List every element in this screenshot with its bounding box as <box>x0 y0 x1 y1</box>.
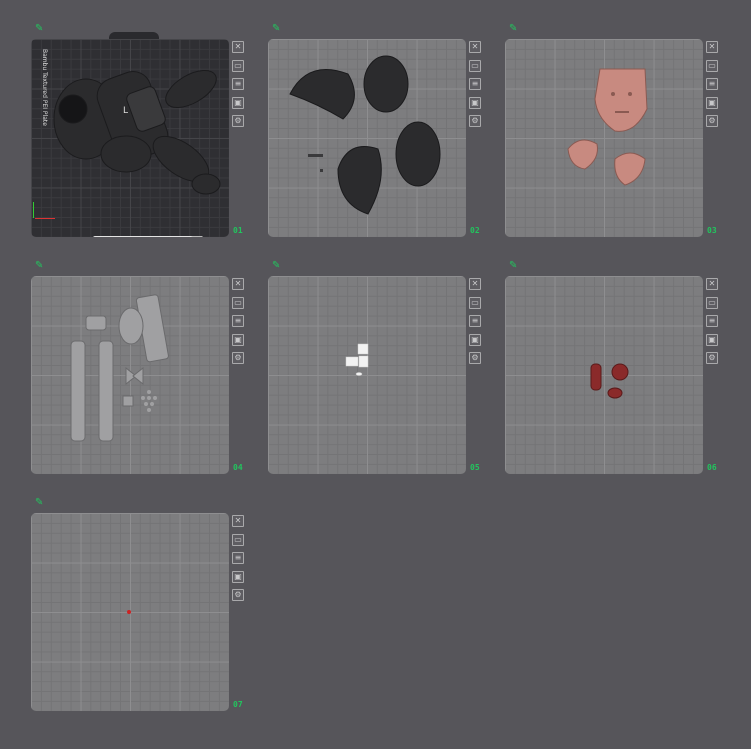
arrange-icon[interactable]: ▭ <box>469 296 481 309</box>
close-icon[interactable]: ✕ <box>232 41 244 53</box>
plate-toolbar: ✕ ▭ ≡ ▣ ⚙ <box>469 41 481 134</box>
arrange-icon[interactable]: ▭ <box>706 59 718 72</box>
plate-number: 02 <box>470 226 480 235</box>
close-icon[interactable]: ✕ <box>469 41 481 53</box>
plate-number: 06 <box>707 463 717 472</box>
plate-cell-04: ✎ ✕ ▭ ≡ ▣ ⚙ 04 <box>31 261 261 481</box>
plate-cell-05: ✎ ✕ ▭ ≡ ▣ ⚙ 05 <box>268 261 498 481</box>
plate-toolbar: ✕ ▭ ≡ ▣ ⚙ <box>232 41 244 134</box>
plate-toolbar: ✕ ▭ ≡ ▣ ⚙ <box>706 278 718 371</box>
plate-toolbar: ✕ ▭ ≡ ▣ ⚙ <box>706 41 718 134</box>
pencil-icon[interactable]: ✎ <box>272 24 282 34</box>
plate-toolbar: ✕ ▭ ≡ ▣ ⚙ <box>232 515 244 608</box>
axis-x-line <box>35 218 55 219</box>
orient-icon[interactable]: ≡ <box>706 78 718 90</box>
pencil-icon[interactable]: ✎ <box>35 261 45 271</box>
close-icon[interactable]: ✕ <box>232 515 244 527</box>
plate-slider-handle[interactable] <box>191 236 203 237</box>
plate-cell-01: ✎ Bambu Textured PEI Plate L ✕ ▭ ≡ ▣ ⚙ 0… <box>31 24 261 244</box>
build-plate-06[interactable] <box>505 276 703 474</box>
arrange-icon[interactable]: ▭ <box>706 296 718 309</box>
plate-cell-06: ✎ ✕ ▭ ≡ ▣ ⚙ 06 <box>505 261 735 481</box>
axis-y-line <box>33 202 34 218</box>
pencil-icon[interactable]: ✎ <box>272 261 282 271</box>
pencil-icon[interactable]: ✎ <box>35 24 45 34</box>
settings-icon[interactable]: ⚙ <box>706 352 718 364</box>
orient-icon[interactable]: ≡ <box>469 78 481 90</box>
settings-icon[interactable]: ⚙ <box>469 352 481 364</box>
lock-icon[interactable]: ▣ <box>706 333 718 346</box>
build-plate-03[interactable] <box>505 39 703 237</box>
plate-slider[interactable] <box>93 236 203 237</box>
settings-icon[interactable]: ⚙ <box>232 352 244 364</box>
orient-icon[interactable]: ≡ <box>232 315 244 327</box>
pencil-icon[interactable]: ✎ <box>509 261 519 271</box>
arrange-icon[interactable]: ▭ <box>469 59 481 72</box>
plate-number: 04 <box>233 463 243 472</box>
orient-icon[interactable]: ≡ <box>706 315 718 327</box>
close-icon[interactable]: ✕ <box>706 278 718 290</box>
orient-icon[interactable]: ≡ <box>232 78 244 90</box>
plate-number: 03 <box>707 226 717 235</box>
plate-toolbar: ✕ ▭ ≡ ▣ ⚙ <box>232 278 244 371</box>
lock-icon[interactable]: ▣ <box>232 570 244 583</box>
pencil-icon[interactable]: ✎ <box>509 24 519 34</box>
settings-icon[interactable]: ⚙ <box>706 115 718 127</box>
plate-toolbar: ✕ ▭ ≡ ▣ ⚙ <box>469 278 481 371</box>
build-plate-04[interactable] <box>31 276 229 474</box>
pencil-icon[interactable]: ✎ <box>35 498 45 508</box>
close-icon[interactable]: ✕ <box>469 278 481 290</box>
settings-icon[interactable]: ⚙ <box>232 589 244 601</box>
lock-icon[interactable]: ▣ <box>706 96 718 109</box>
lock-icon[interactable]: ▣ <box>232 333 244 346</box>
plate-number: 01 <box>233 226 243 235</box>
build-plate-01[interactable]: Bambu Textured PEI Plate L <box>31 39 229 237</box>
orient-icon[interactable]: ≡ <box>232 552 244 564</box>
svg-text:L: L <box>123 106 128 116</box>
lock-icon[interactable]: ▣ <box>232 96 244 109</box>
lock-icon[interactable]: ▣ <box>469 333 481 346</box>
plate-number: 07 <box>233 700 243 709</box>
build-plate-07[interactable] <box>31 513 229 711</box>
arrange-icon[interactable]: ▭ <box>232 296 244 309</box>
orient-icon[interactable]: ≡ <box>469 315 481 327</box>
model-red-parts[interactable] <box>505 276 703 474</box>
plate-cell-02: ✎ ✕ ▭ ≡ ▣ ⚙ 02 <box>268 24 498 244</box>
model-armor-parts[interactable] <box>268 39 466 237</box>
build-plate-05[interactable] <box>268 276 466 474</box>
model-grey-parts[interactable] <box>31 276 229 474</box>
model-white-parts[interactable] <box>268 276 466 474</box>
close-icon[interactable]: ✕ <box>232 278 244 290</box>
plate-cell-03: ✎ ✕ ▭ ≡ ▣ ⚙ 03 <box>505 24 735 244</box>
model-face-hands[interactable] <box>505 39 703 237</box>
settings-icon[interactable]: ⚙ <box>232 115 244 127</box>
lock-icon[interactable]: ▣ <box>469 96 481 109</box>
arrange-icon[interactable]: ▭ <box>232 59 244 72</box>
plate-number: 05 <box>470 463 480 472</box>
settings-icon[interactable]: ⚙ <box>469 115 481 127</box>
arrange-icon[interactable]: ▭ <box>232 533 244 546</box>
close-icon[interactable]: ✕ <box>706 41 718 53</box>
plate-cell-07: ✎ ✕ ▭ ≡ ▣ ⚙ 07 <box>31 498 261 718</box>
model-tiny-part[interactable] <box>31 513 229 711</box>
build-plate-02[interactable] <box>268 39 466 237</box>
model-figure-body[interactable]: L <box>31 39 229 237</box>
